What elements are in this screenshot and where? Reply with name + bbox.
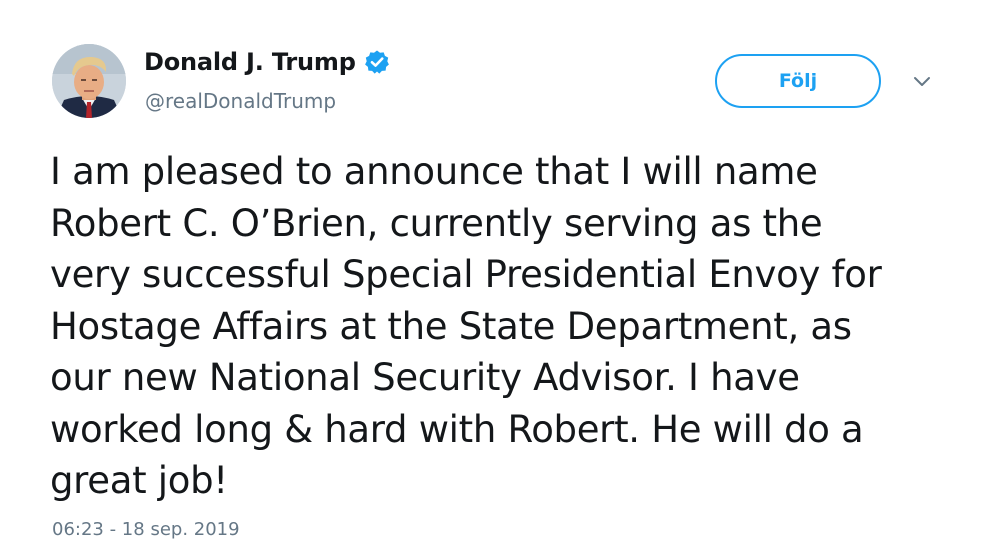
follow-button[interactable]: Följ bbox=[715, 54, 881, 108]
tweet-text-line: Hostage Affairs at the State Department,… bbox=[50, 304, 852, 348]
chevron-down-icon[interactable] bbox=[908, 72, 936, 92]
tweet-text-line: our new National Security Advisor. I hav… bbox=[50, 356, 800, 399]
author-name-row: Donald J. Trump bbox=[144, 48, 390, 76]
tweet-card: Donald J. Trump @realDonaldTrump Följ I … bbox=[0, 0, 992, 558]
tweet-text-line: very successful Special Presidential Env… bbox=[50, 253, 882, 296]
avatar[interactable] bbox=[52, 44, 126, 118]
verified-badge-icon bbox=[364, 49, 390, 75]
tweet-text-line: worked long & hard with Robert. He will … bbox=[50, 407, 864, 451]
tweet-text-line: Robert C. O’Brien, currently serving as … bbox=[50, 201, 823, 245]
tweet-text-line: great job! bbox=[50, 459, 228, 502]
tweet-text: I am pleased to announce that I will nam… bbox=[50, 146, 950, 507]
avatar-image bbox=[52, 44, 126, 118]
display-name[interactable]: Donald J. Trump bbox=[144, 48, 356, 76]
tweet-timestamp[interactable]: 06:23 - 18 sep. 2019 bbox=[52, 519, 240, 540]
author-handle[interactable]: @realDonaldTrump bbox=[145, 89, 336, 113]
tweet-text-line: I am pleased to announce that I will nam… bbox=[50, 150, 818, 193]
